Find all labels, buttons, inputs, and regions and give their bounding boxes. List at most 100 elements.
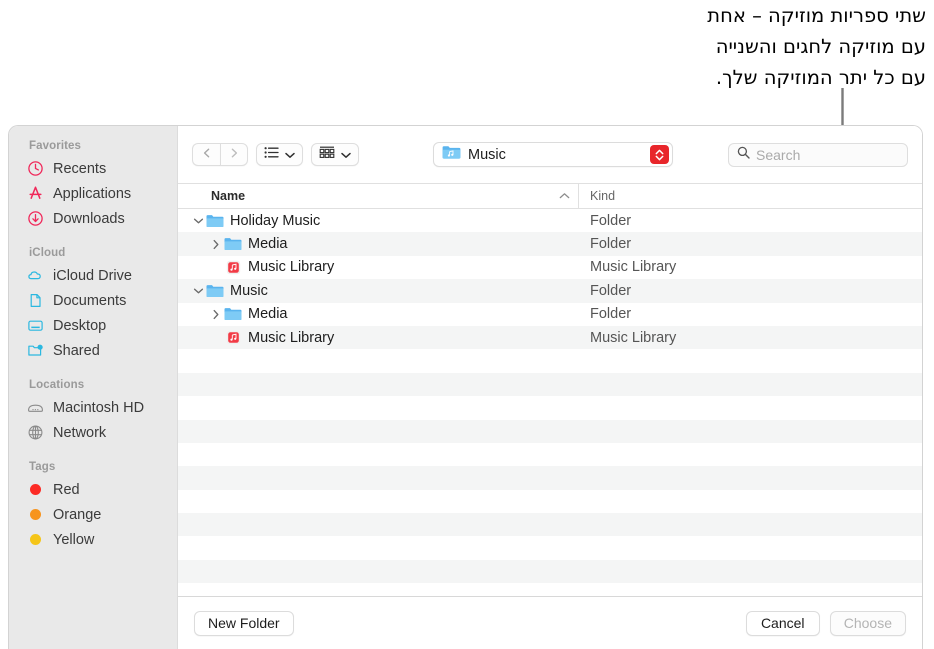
sidebar-item-applications[interactable]: Applications bbox=[9, 181, 177, 206]
back-button[interactable] bbox=[192, 143, 220, 166]
list-view-icon bbox=[264, 146, 279, 164]
search-icon bbox=[737, 146, 750, 164]
music-library-icon bbox=[224, 260, 242, 275]
empty-row[interactable] bbox=[178, 443, 922, 466]
new-folder-button[interactable]: New Folder bbox=[194, 610, 294, 636]
chevron-right-icon[interactable] bbox=[208, 309, 224, 320]
empty-row[interactable] bbox=[178, 536, 922, 559]
tag-dot-icon bbox=[27, 481, 44, 498]
main-pane: Music Search Name Kind Holiday Music Fol… bbox=[177, 126, 922, 649]
sidebar-item-recents[interactable]: Recents bbox=[9, 156, 177, 181]
row-name-cell: Music Library bbox=[178, 259, 578, 275]
row-name-cell: Music Library bbox=[178, 330, 578, 346]
toolbar: Music Search bbox=[178, 126, 922, 183]
finder-open-dialog-window: Favorites Recents Applications Downloads… bbox=[8, 125, 923, 649]
cancel-button[interactable]: Cancel bbox=[745, 610, 820, 636]
table-row[interactable]: Holiday Music Folder bbox=[178, 209, 922, 232]
sidebar-item-label: Orange bbox=[53, 506, 102, 523]
stepper-chevrons-icon[interactable] bbox=[650, 145, 669, 164]
sidebar-item-macintosh-hd[interactable]: Macintosh HD bbox=[9, 395, 177, 420]
sidebar-item-label: Network bbox=[53, 424, 107, 441]
file-list[interactable]: Holiday Music Folder Media Folder Music Libr… bbox=[178, 209, 922, 596]
app-store-icon bbox=[27, 185, 44, 202]
empty-row[interactable] bbox=[178, 559, 922, 584]
music-folder-icon bbox=[442, 145, 461, 165]
search-placeholder: Search bbox=[756, 146, 801, 163]
dialog-footer: New Folder Cancel Choose bbox=[178, 596, 922, 649]
empty-row[interactable] bbox=[178, 513, 922, 537]
table-row[interactable]: Music Library Music Library bbox=[178, 256, 922, 279]
column-header-name[interactable]: Name bbox=[178, 189, 578, 203]
sidebar-item-network[interactable]: Network bbox=[9, 420, 177, 445]
row-name-cell: Media bbox=[178, 306, 578, 322]
sidebar-item-label: Recents bbox=[53, 160, 107, 177]
path-popup-label: Music bbox=[468, 146, 506, 163]
callout-annotation-text: שתי ספריות מוזיקה – אחת עם מוזיקה לחגים … bbox=[707, 4, 926, 89]
empty-row[interactable] bbox=[178, 419, 922, 443]
empty-row[interactable] bbox=[178, 490, 922, 513]
table-row[interactable]: Media Folder bbox=[178, 232, 922, 256]
cloud-icon bbox=[27, 267, 44, 284]
sidebar-item-label: Yellow bbox=[53, 531, 95, 548]
sidebar-group-title-icloud: iCloud bbox=[29, 247, 66, 259]
chevron-right-icon[interactable] bbox=[208, 239, 224, 250]
sidebar-group-title-favorites: Favorites bbox=[29, 140, 82, 152]
empty-row[interactable] bbox=[178, 466, 922, 490]
column-header-name-label: Name bbox=[211, 189, 246, 203]
sidebar-item-label: iCloud Drive bbox=[53, 267, 132, 284]
row-kind-cell: Folder bbox=[590, 236, 632, 253]
table-row[interactable]: Media Folder bbox=[178, 303, 922, 326]
globe-icon bbox=[27, 424, 44, 441]
sidebar-item-label: Shared bbox=[53, 342, 100, 359]
sidebar-item-desktop[interactable]: Desktop bbox=[9, 313, 177, 338]
sidebar-item-tag-orange[interactable]: Orange bbox=[9, 502, 177, 527]
clock-icon bbox=[27, 160, 44, 177]
row-name-label: Holiday Music bbox=[230, 212, 321, 229]
sidebar-item-documents[interactable]: Documents bbox=[9, 288, 177, 313]
row-name-cell: Media bbox=[178, 236, 578, 252]
sort-ascending-icon bbox=[559, 189, 570, 203]
column-header-kind-label: Kind bbox=[590, 189, 616, 203]
search-input[interactable]: Search bbox=[728, 142, 908, 167]
chevron-down-icon[interactable] bbox=[190, 217, 206, 225]
empty-row[interactable] bbox=[178, 396, 922, 419]
chevron-right-icon bbox=[228, 146, 240, 164]
row-kind-cell: Music Library bbox=[590, 259, 677, 276]
footer-action-buttons: Cancel Choose bbox=[745, 610, 906, 636]
sidebar-item-icloud-drive[interactable]: iCloud Drive bbox=[9, 263, 177, 288]
empty-row[interactable] bbox=[178, 349, 922, 372]
sidebar[interactable]: Favorites Recents Applications Downloads… bbox=[9, 126, 177, 649]
chevron-down-icon bbox=[285, 146, 295, 164]
tag-dot-icon bbox=[27, 531, 44, 548]
path-popup-button[interactable]: Music bbox=[433, 142, 673, 167]
row-name-label: Music Library bbox=[248, 329, 335, 346]
column-header-row: Name Kind bbox=[178, 183, 922, 209]
folder-icon bbox=[206, 214, 224, 228]
sidebar-item-shared[interactable]: Shared bbox=[9, 338, 177, 363]
row-kind-cell: Folder bbox=[590, 306, 632, 323]
table-row[interactable]: Music Folder bbox=[178, 279, 922, 303]
navigation-buttons bbox=[192, 143, 248, 166]
empty-row[interactable] bbox=[178, 372, 922, 397]
document-icon bbox=[27, 292, 44, 309]
sidebar-group-title-locations: Locations bbox=[29, 379, 85, 391]
hard-drive-icon bbox=[27, 399, 44, 416]
column-header-kind[interactable]: Kind bbox=[578, 184, 922, 208]
group-by-button[interactable] bbox=[311, 143, 359, 166]
desktop-icon bbox=[27, 317, 44, 334]
chevron-down-icon[interactable] bbox=[190, 287, 206, 295]
view-mode-button[interactable] bbox=[256, 143, 303, 166]
chevron-left-icon bbox=[201, 146, 213, 164]
sidebar-item-label: Macintosh HD bbox=[53, 399, 145, 416]
row-kind-cell: Music Library bbox=[590, 329, 677, 346]
sidebar-item-label: Desktop bbox=[53, 317, 107, 334]
group-by-icon bbox=[319, 146, 335, 164]
sidebar-item-tag-yellow[interactable]: Yellow bbox=[9, 527, 177, 552]
sidebar-item-downloads[interactable]: Downloads bbox=[9, 206, 177, 231]
folder-icon bbox=[224, 237, 242, 251]
row-name-label: Music bbox=[230, 282, 268, 299]
forward-button[interactable] bbox=[220, 143, 248, 166]
sidebar-item-tag-red[interactable]: Red bbox=[9, 477, 177, 502]
row-kind-cell: Folder bbox=[590, 212, 632, 229]
table-row[interactable]: Music Library Music Library bbox=[178, 325, 922, 350]
